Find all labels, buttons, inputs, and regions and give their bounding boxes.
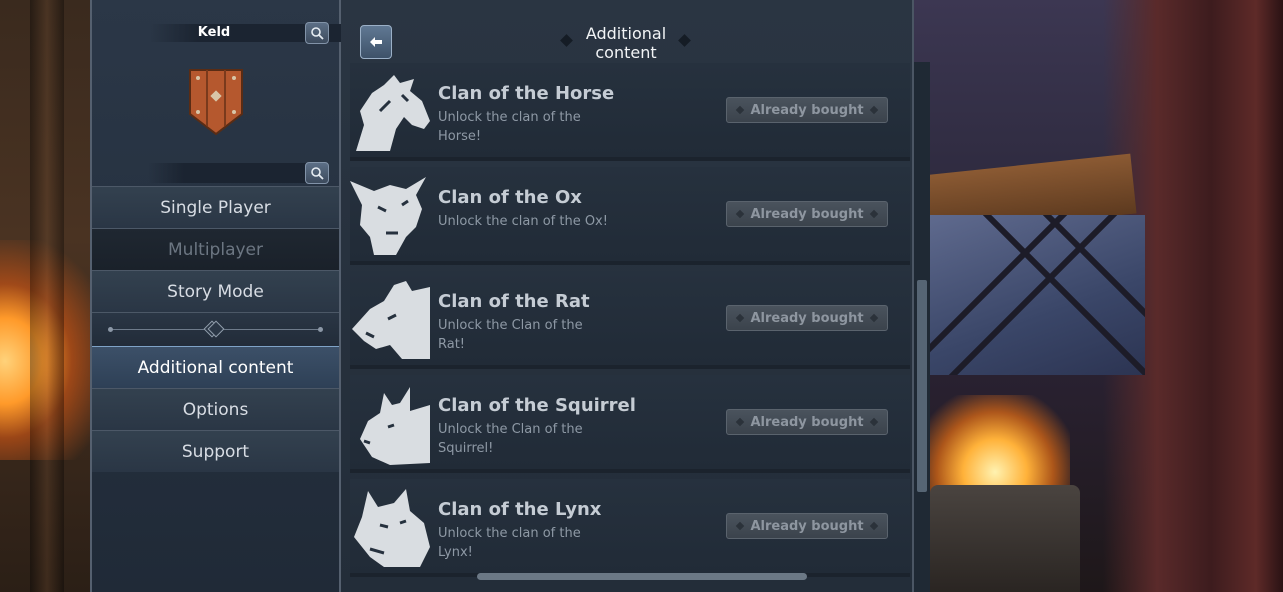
dlc-description: Unlock the Clan of the Squirrel! bbox=[438, 422, 583, 456]
content-header: Additional content bbox=[341, 0, 914, 62]
menu-story-mode[interactable]: Story Mode bbox=[92, 270, 339, 312]
dlc-list: Clan of the Horse Unlock the clan of the… bbox=[350, 63, 910, 583]
dlc-name: Clan of the Squirrel bbox=[438, 395, 636, 416]
main-menu: Single Player Multiplayer Story Mode Add… bbox=[92, 186, 339, 472]
back-button[interactable] bbox=[360, 25, 392, 59]
player-name: Keld bbox=[197, 25, 231, 40]
button-label: Already bought bbox=[750, 206, 864, 222]
page-title-line1: Additional bbox=[585, 24, 667, 43]
dlc-item-ox: Clan of the Ox Unlock the clan of the Ox… bbox=[350, 167, 910, 265]
magnifier-icon bbox=[311, 167, 324, 180]
search-button[interactable] bbox=[305, 162, 329, 184]
button-label: Already bought bbox=[750, 310, 864, 326]
horizontal-scrollbar[interactable] bbox=[477, 573, 807, 580]
dlc-name: Clan of the Horse bbox=[438, 83, 615, 104]
already-bought-button[interactable]: Already bought bbox=[726, 409, 888, 435]
menu-options[interactable]: Options bbox=[92, 388, 339, 430]
dlc-item-lynx: Clan of the Lynx Unlock the clan of the … bbox=[350, 479, 910, 577]
dlc-item-horse: Clan of the Horse Unlock the clan of the… bbox=[350, 63, 910, 161]
button-label: Already bought bbox=[750, 102, 864, 118]
arrow-left-icon bbox=[370, 37, 382, 47]
content-panel: Additional content Clan of the Horse Unl… bbox=[341, 0, 914, 592]
profile-search-button[interactable] bbox=[305, 22, 329, 44]
left-scenery bbox=[0, 0, 110, 592]
dlc-item-squirrel: Clan of the Squirrel Unlock the Clan of … bbox=[350, 375, 910, 473]
already-bought-button[interactable]: Already bought bbox=[726, 97, 888, 123]
dlc-description: Unlock the clan of the Ox! bbox=[438, 214, 608, 229]
page-title-line2: content bbox=[595, 43, 657, 62]
button-label: Already bought bbox=[750, 414, 864, 430]
dlc-description: Unlock the clan of the Horse! bbox=[438, 110, 581, 144]
menu-divider bbox=[92, 312, 339, 346]
vertical-scrollbar-thumb[interactable] bbox=[917, 280, 927, 492]
dlc-name: Clan of the Lynx bbox=[438, 499, 602, 520]
brazier bbox=[930, 485, 1080, 592]
already-bought-button[interactable]: Already bought bbox=[726, 201, 888, 227]
magnifier-icon bbox=[311, 27, 324, 40]
menu-multiplayer[interactable]: Multiplayer bbox=[92, 228, 339, 270]
menu-additional-content[interactable]: Additional content bbox=[92, 346, 339, 388]
search-field[interactable] bbox=[148, 163, 328, 183]
already-bought-button[interactable]: Already bought bbox=[726, 513, 888, 539]
dlc-name: Clan of the Ox bbox=[438, 187, 582, 208]
dlc-description: Unlock the clan of the Lynx! bbox=[438, 526, 581, 560]
dlc-item-rat: Clan of the Rat Unlock the Clan of the R… bbox=[350, 271, 910, 369]
button-label: Already bought bbox=[750, 518, 864, 534]
dlc-name: Clan of the Rat bbox=[438, 291, 590, 312]
lynx-icon bbox=[354, 489, 430, 567]
menu-single-player[interactable]: Single Player bbox=[92, 186, 339, 228]
sidebar: Keld Single Player Multiplayer Story Mod… bbox=[90, 0, 394, 592]
lattice-window bbox=[930, 215, 1145, 375]
already-bought-button[interactable]: Already bought bbox=[726, 305, 888, 331]
rat-icon bbox=[352, 281, 430, 359]
dlc-description: Unlock the Clan of the Rat! bbox=[438, 318, 583, 352]
horse-icon bbox=[356, 75, 430, 151]
profile-panel: Keld bbox=[92, 0, 394, 186]
squirrel-icon bbox=[360, 387, 430, 465]
ox-icon bbox=[350, 177, 426, 255]
clan-shield-icon bbox=[189, 69, 243, 136]
menu-support[interactable]: Support bbox=[92, 430, 339, 472]
page-title: Additional content bbox=[556, 24, 696, 62]
